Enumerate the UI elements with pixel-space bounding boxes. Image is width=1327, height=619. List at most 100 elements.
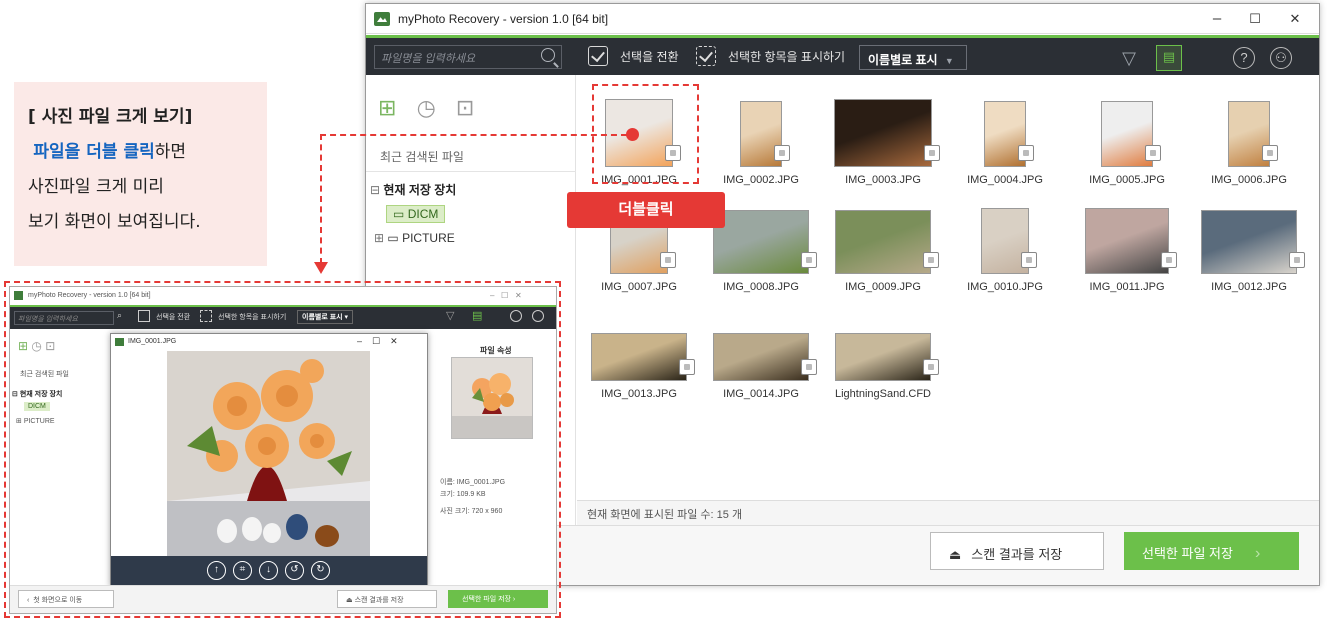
camera-icon[interactable]: ⊡: [456, 95, 474, 120]
storage-tree-root[interactable]: ⊟ 현재 저장 장치: [370, 181, 456, 198]
expand-icon[interactable]: ⊞: [374, 231, 384, 245]
recent-files-label[interactable]: 최근 검색된 파일: [380, 148, 464, 165]
scan-result-icon[interactable]: ▤: [472, 309, 482, 322]
arrow-down-icon: [314, 262, 328, 274]
mini-save-selected-button[interactable]: 선택한 파일 저장 ›: [448, 590, 548, 608]
show-selected-icon[interactable]: [200, 310, 212, 322]
arrow-down-icon[interactable]: ↓: [259, 561, 278, 580]
file-checkbox[interactable]: [660, 252, 676, 268]
minimize-button[interactable]: –: [1202, 9, 1232, 29]
file-item[interactable]: IMG_0011.JPG: [1072, 202, 1182, 298]
file-item[interactable]: IMG_0006.JPG: [1194, 95, 1304, 191]
file-thumbnail[interactable]: [713, 333, 809, 381]
search-icon[interactable]: ⌕: [117, 310, 122, 321]
arrow-up-icon[interactable]: ↑: [207, 561, 226, 580]
collapse-icon[interactable]: ⊟: [370, 183, 380, 197]
file-checkbox[interactable]: [923, 252, 939, 268]
toggle-select-icon[interactable]: [588, 46, 608, 66]
file-name: LightningSand.CFD: [834, 388, 931, 400]
file-checkbox[interactable]: [679, 359, 695, 375]
file-checkbox[interactable]: [1289, 252, 1305, 268]
file-item[interactable]: IMG_0014.JPG: [706, 309, 817, 405]
mini-recent[interactable]: 최근 검색된 파일: [20, 369, 69, 379]
file-checkbox[interactable]: [1161, 252, 1177, 268]
mini-window-controls[interactable]: – ☐ ✕: [490, 291, 522, 300]
preview-image: [167, 351, 370, 556]
file-item[interactable]: IMG_0009.JPG: [828, 202, 939, 298]
save-scan-icon: ⏏: [949, 547, 962, 562]
mini-sort-dropdown[interactable]: 이름별로 표시 ▾: [297, 310, 354, 324]
file-item[interactable]: IMG_0010.JPG: [950, 202, 1060, 298]
file-item[interactable]: IMG_0013.JPG: [584, 309, 695, 405]
filter-icon[interactable]: ▽: [446, 309, 454, 322]
tree-item-dicm[interactable]: ▭ DICM: [386, 205, 446, 223]
toggle-select-icon[interactable]: [138, 310, 150, 322]
mini-prop-name: 이름: IMG_0001.JPG: [440, 479, 506, 486]
file-thumbnail[interactable]: [835, 333, 931, 381]
mini-props-title: 파일 속성: [480, 346, 512, 355]
file-checkbox[interactable]: [924, 145, 940, 161]
user-icon[interactable]: ⚇: [1270, 47, 1292, 69]
callout-line: [320, 134, 627, 136]
show-selected-icon[interactable]: [696, 46, 716, 66]
show-selected-button[interactable]: 선택한 항목을 표시하기: [728, 48, 845, 65]
clock-icon[interactable]: ◷: [417, 95, 436, 120]
file-thumbnail[interactable]: [835, 210, 931, 274]
file-thumbnail[interactable]: [1085, 208, 1169, 274]
mini-show-selected[interactable]: 선택한 항목을 표시하기: [218, 312, 286, 322]
file-checkbox[interactable]: [1145, 145, 1161, 161]
file-checkbox[interactable]: [801, 252, 817, 268]
save-selected-button[interactable]: 선택한 파일 저장 ›: [1124, 532, 1299, 570]
toggle-select-button[interactable]: 선택을 전환: [620, 48, 679, 65]
close-button[interactable]: ✕: [1280, 9, 1310, 29]
file-name: IMG_0003.JPG: [845, 174, 921, 186]
mini-toggle-select[interactable]: 선택을 전환: [156, 312, 190, 322]
caption-line2: 파일을 더블 클릭하면: [33, 142, 187, 162]
search-input[interactable]: 파일명을 입력하세요: [374, 45, 562, 69]
file-thumbnail[interactable]: [834, 99, 932, 167]
image-controls: ↑ ⌗ ↓ ↺ ↻: [111, 556, 427, 586]
filter-icon[interactable]: ▽: [1118, 47, 1140, 69]
mini-back-button[interactable]: ‹ 첫 화면으로 이동: [18, 590, 114, 608]
file-name: IMG_0011.JPG: [1089, 281, 1165, 293]
file-item[interactable]: LightningSand.CFD: [828, 309, 939, 405]
file-thumbnail[interactable]: [591, 333, 687, 381]
help-icon[interactable]: [510, 310, 522, 322]
rotate-right-icon[interactable]: ↻: [311, 561, 330, 580]
file-checkbox[interactable]: [801, 359, 817, 375]
save-scan-button[interactable]: ⏏ 스캔 결과를 저장: [930, 532, 1104, 570]
file-checkbox[interactable]: [1018, 145, 1034, 161]
help-icon[interactable]: ?: [1233, 47, 1255, 69]
file-item[interactable]: IMG_0012.JPG: [1194, 202, 1305, 298]
mini-search-input[interactable]: 파일명을 입력하세요: [14, 311, 114, 325]
status-bar: 현재 화면에 표시된 파일 수: 15 개: [577, 500, 1319, 525]
file-checkbox[interactable]: [1262, 145, 1278, 161]
file-name: IMG_0005.JPG: [1089, 174, 1165, 186]
file-item[interactable]: IMG_0002.JPG: [706, 95, 816, 191]
folder-tree-icon[interactable]: ⊞: [378, 95, 396, 120]
file-item[interactable]: IMG_0004.JPG: [950, 95, 1060, 191]
file-name: IMG_0007.JPG: [601, 281, 677, 293]
mini-save-scan-button[interactable]: ⏏ 스캔 결과를 저장: [337, 590, 437, 608]
maximize-button[interactable]: ☐: [1240, 9, 1270, 29]
rotate-left-icon[interactable]: ↺: [285, 561, 304, 580]
mini-tree-picture[interactable]: ⊞ PICTURE: [16, 417, 55, 425]
user-icon[interactable]: [532, 310, 544, 322]
search-icon[interactable]: [541, 48, 555, 62]
file-checkbox[interactable]: [774, 145, 790, 161]
file-item[interactable]: IMG_0005.JPG: [1072, 95, 1182, 191]
sort-dropdown[interactable]: 이름별로 표시 ▼: [859, 45, 967, 70]
file-thumbnail[interactable]: [713, 210, 809, 274]
mini-tree-dicm[interactable]: DICM: [24, 402, 50, 411]
file-name: IMG_0012.JPG: [1211, 281, 1287, 293]
fit-screen-icon[interactable]: ⌗: [233, 561, 252, 580]
file-checkbox[interactable]: [923, 359, 939, 375]
file-item[interactable]: IMG_0003.JPG: [828, 95, 940, 191]
tree-item-picture[interactable]: ⊞ ▭ PICTURE: [374, 231, 455, 245]
scan-result-icon[interactable]: ▤: [1156, 45, 1182, 71]
file-checkbox[interactable]: [1021, 252, 1037, 268]
popup-window-controls[interactable]: – ☐ ✕: [357, 336, 398, 347]
mini-storage[interactable]: ⊟ 현재 저장 장치: [12, 389, 62, 399]
file-thumbnail[interactable]: [1201, 210, 1297, 274]
caption-line4: 보기 화면이 보여집니다.: [28, 212, 201, 232]
